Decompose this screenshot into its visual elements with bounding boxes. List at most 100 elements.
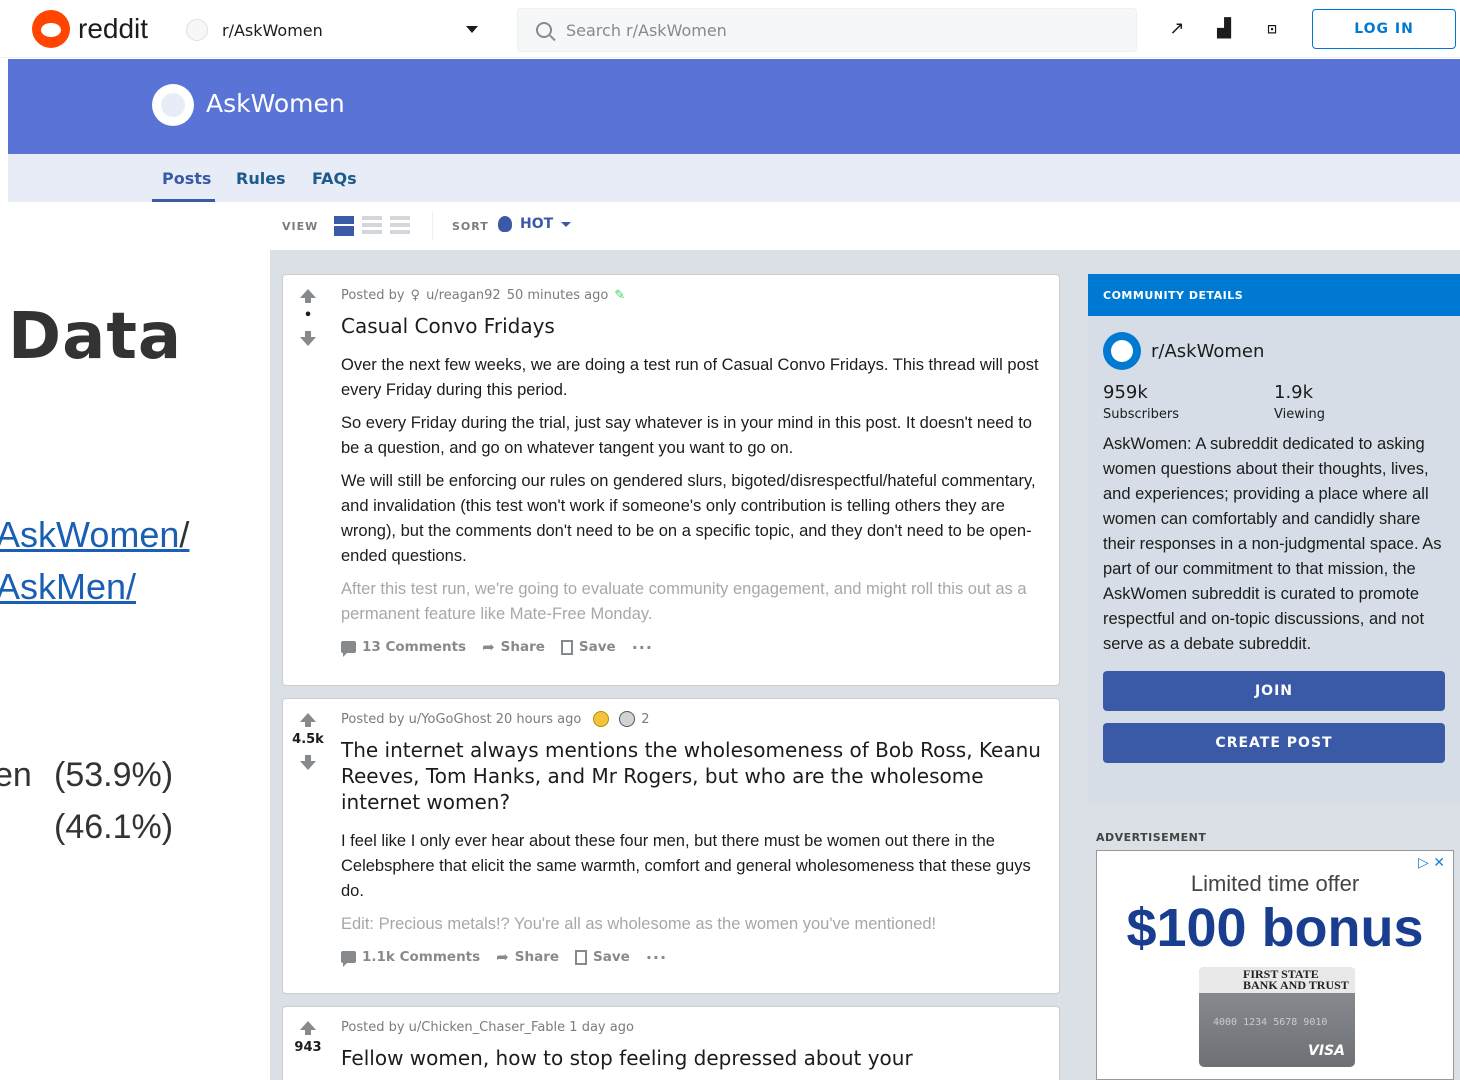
share-icon: ➦ <box>482 638 495 656</box>
search-bar[interactable] <box>517 8 1137 52</box>
view-label: VIEW <box>282 220 319 233</box>
search-icon <box>536 22 552 38</box>
community-details-header: COMMUNITY DETAILS <box>1088 274 1460 316</box>
overlay-slide <box>0 250 270 1080</box>
community-description: AskWomen: A subreddit dedicated to askin… <box>1103 435 1442 653</box>
post-paragraph-faded: After this test run, we're going to eval… <box>341 580 1027 623</box>
classic-view-icon[interactable] <box>362 216 382 236</box>
chevron-down-icon <box>561 221 572 227</box>
subreddit-banner: AskWomen <box>8 59 1460 154</box>
post-title[interactable]: Fellow women, how to stop feeling depres… <box>341 1045 1047 1071</box>
tab-rules[interactable]: Rules <box>236 169 286 188</box>
login-button[interactable]: LOG IN <box>1312 9 1456 49</box>
ad-offer: $100 bonus <box>1126 898 1424 958</box>
gold-award-icon <box>593 711 610 727</box>
sort-label: SORT <box>452 220 489 233</box>
post-body: Posted by u/YoGoGhost 20 hours ago 2 The… <box>341 709 1047 969</box>
more-options-icon[interactable]: ··· <box>646 948 667 967</box>
share-button[interactable]: ➦ Share <box>496 948 559 966</box>
subreddit-dropdown-label: r/AskWomen <box>222 20 323 40</box>
save-label: Save <box>593 949 630 965</box>
post-card[interactable]: 943 Posted by u/Chicken_Chaser_Fable 1 d… <box>282 1006 1060 1080</box>
share-icon: ➦ <box>496 948 509 966</box>
comment-icon <box>341 951 356 967</box>
post-author[interactable]: u/reagan92 <box>426 288 501 303</box>
post-meta: Posted by u/YoGoGhost 20 hours ago 2 <box>341 709 1047 729</box>
create-post-button[interactable]: CREATE POST <box>1103 723 1445 763</box>
comments-button[interactable]: 1.1k Comments <box>341 949 480 967</box>
trending-icon[interactable]: ↗ <box>1166 18 1188 40</box>
subreddit-tabs: Posts Rules FAQs <box>8 154 1460 202</box>
more-options-icon[interactable]: ··· <box>632 638 653 657</box>
viewing-count: 1.9k <box>1274 382 1314 403</box>
slide-link-askwomen[interactable]: AskWomen/ <box>0 514 189 556</box>
post-title[interactable]: The internet always mentions the wholeso… <box>341 737 1047 815</box>
ad-close-icon[interactable]: ▷ ✕ <box>1418 855 1445 871</box>
downvote-icon[interactable] <box>300 331 316 346</box>
community-stats: 959k Subscribers 1.9k Viewing <box>1103 382 1445 422</box>
post-paragraph: So every Friday during the trial, just s… <box>341 414 1032 457</box>
community-name[interactable]: r/AskWomen <box>1151 341 1264 362</box>
upvote-icon[interactable] <box>300 713 316 727</box>
post-time: 50 minutes ago <box>506 287 609 303</box>
tab-posts[interactable]: Posts <box>162 169 211 188</box>
advertisement[interactable]: ▷ ✕ Limited time offer $100 bonus FIRST … <box>1096 850 1454 1080</box>
chevron-down-icon <box>466 26 478 33</box>
upvote-icon[interactable] <box>300 289 316 303</box>
post-card[interactable]: • Posted by ♀ u/reagan92 50 minutes ago … <box>282 274 1060 686</box>
slide-stat-men: (46.1%) <box>54 808 174 846</box>
post-paragraph: I feel like I only ever hear about these… <box>341 832 1031 900</box>
post-title[interactable]: Casual Convo Fridays <box>341 313 1047 339</box>
downvote-icon[interactable] <box>300 755 316 770</box>
post-score: 943 <box>294 1040 322 1055</box>
viewing-label: Viewing <box>1274 407 1325 422</box>
post-body: Posted by ♀ u/reagan92 50 minutes ago ✎ … <box>341 285 1047 659</box>
post-body: Posted by u/Chicken_Chaser_Fable 1 day a… <box>341 1017 1047 1071</box>
credit-card-image: FIRST STATE BANK AND TRUST 4000 1234 567… <box>1199 967 1355 1067</box>
sort-value: HOT <box>520 216 554 232</box>
vote-column: 943 <box>283 1007 333 1063</box>
slide-title: Data <box>8 300 183 374</box>
search-input[interactable] <box>566 20 1126 40</box>
share-label: Share <box>514 949 560 965</box>
post-score: 4.5k <box>292 732 324 747</box>
reddit-logo[interactable]: reddit <box>32 10 148 48</box>
post-meta: Posted by ♀ u/reagan92 50 minutes ago ✎ <box>341 285 1047 305</box>
closed-caption-icon[interactable]: ⊡ <box>1261 18 1283 40</box>
slide-stat-prefix: en <box>0 756 32 794</box>
subreddit-icon <box>186 19 208 41</box>
advertisement-label: ADVERTISEMENT <box>1096 831 1207 844</box>
comments-button[interactable]: 13 Comments <box>341 639 467 657</box>
upvote-icon[interactable] <box>300 1021 316 1035</box>
post-text: I feel like I only ever hear about these… <box>341 829 1047 937</box>
card-view-icon[interactable] <box>334 216 354 236</box>
post-paragraph: Over the next few weeks, we are doing a … <box>341 356 1039 399</box>
share-label: Share <box>500 639 545 655</box>
comments-label: 13 Comments <box>362 639 467 655</box>
post-meta-text: Posted by u/YoGoGhost 20 hours ago <box>341 711 582 727</box>
subscribers-label: Subscribers <box>1103 407 1179 422</box>
viewing-stat: 1.9k Viewing <box>1274 382 1445 422</box>
card-brand: FIRST STATE BANK AND TRUST <box>1199 967 1355 993</box>
post-card[interactable]: 4.5k Posted by u/YoGoGhost 20 hours ago … <box>282 698 1060 994</box>
divider <box>432 212 433 240</box>
subreddit-dropdown[interactable]: r/AskWomen <box>186 12 488 48</box>
slide-link-suffix: / <box>179 514 190 555</box>
slide-stat-women: (53.9%) <box>54 756 174 794</box>
save-button[interactable]: Save <box>560 639 616 655</box>
card-number: 4000 1234 5678 9010 <box>1213 1017 1328 1028</box>
slide-link-askmen[interactable]: AskMen/ <box>0 566 136 608</box>
save-label: Save <box>578 639 616 655</box>
share-button[interactable]: ➦ Share <box>482 638 545 656</box>
vote-column: 4.5k <box>283 699 333 770</box>
compact-view-icon[interactable] <box>390 216 410 236</box>
tab-faqs[interactable]: FAQs <box>312 169 357 188</box>
slide-link-text: AskWomen <box>0 514 180 555</box>
vote-column: • <box>283 275 333 346</box>
sort-dropdown[interactable]: HOT <box>498 216 572 232</box>
leaderboard-icon[interactable]: ▟ <box>1213 18 1235 40</box>
save-button[interactable]: Save <box>575 949 630 965</box>
join-button[interactable]: JOIN <box>1103 671 1445 711</box>
subreddit-icon <box>1103 332 1141 370</box>
subscribers-count: 959k <box>1103 382 1148 403</box>
